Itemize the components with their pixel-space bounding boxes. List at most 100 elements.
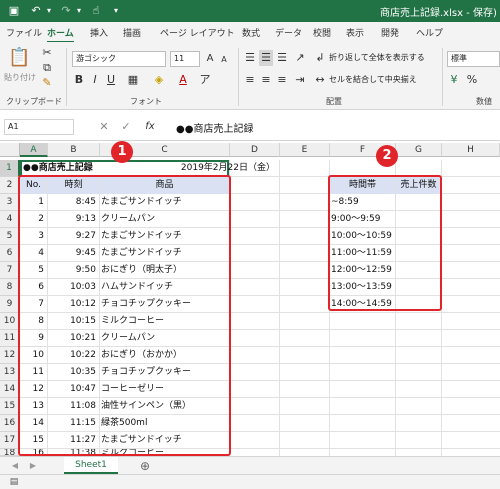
- copy-icon[interactable]: ⧉: [40, 60, 54, 76]
- annotation-badge-2: 2: [376, 145, 398, 167]
- row-header-6[interactable]: 6: [0, 245, 20, 262]
- row-header-17[interactable]: 17: [0, 432, 20, 449]
- tab-view[interactable]: 表示: [346, 26, 364, 39]
- tab-data[interactable]: データ: [275, 26, 302, 39]
- indent-icon[interactable]: ⇥: [293, 72, 307, 88]
- annotation-badge-1: 1: [111, 141, 133, 163]
- chevron-down-icon[interactable]: ▾: [44, 3, 54, 19]
- underline-icon[interactable]: U: [104, 72, 118, 88]
- chevron-down-icon[interactable]: ▾: [74, 3, 84, 19]
- title-bar: ▣ ↶ ▾ ↷ ▾ ☝ ▾ 商店売上記録.xlsx - 保存): [0, 0, 500, 22]
- annotation-box-sales-table: [18, 175, 231, 456]
- row-header-1[interactable]: 1: [0, 160, 20, 177]
- group-alignment-label: 配置: [326, 97, 342, 106]
- row-header-2[interactable]: 2: [0, 177, 20, 194]
- row-header-11[interactable]: 11: [0, 330, 20, 347]
- next-sheet-icon[interactable]: ▶: [28, 458, 38, 474]
- align-right-icon[interactable]: ≡: [275, 72, 289, 88]
- add-sheet-icon[interactable]: ⊕: [138, 458, 152, 474]
- name-box[interactable]: A1: [4, 119, 74, 135]
- row-header-5[interactable]: 5: [0, 228, 20, 245]
- group-divider: [66, 48, 67, 106]
- row-header-7[interactable]: 7: [0, 262, 20, 279]
- insert-function-icon[interactable]: fx: [142, 119, 158, 135]
- wrap-text-button[interactable]: 折り返して全体を表示する: [329, 52, 425, 63]
- row-header-18[interactable]: 18: [0, 449, 20, 456]
- column-header-d[interactable]: D: [230, 143, 280, 157]
- tab-formulas[interactable]: 数式: [242, 26, 260, 39]
- tab-insert[interactable]: 挿入: [90, 26, 108, 39]
- customize-icon[interactable]: ▾: [110, 3, 122, 19]
- bold-icon[interactable]: B: [72, 72, 86, 88]
- currency-icon[interactable]: ¥: [447, 72, 461, 88]
- align-center-icon[interactable]: ≡: [259, 72, 273, 88]
- column-header-e[interactable]: E: [280, 143, 330, 157]
- formula-input[interactable]: ●●商店売上記録: [176, 120, 253, 135]
- annotation-box-summary-table: [328, 175, 442, 311]
- borders-icon[interactable]: ▦: [126, 72, 140, 88]
- group-divider: [442, 48, 443, 106]
- ribbon-tabs: ファイル ホーム 挿入 描画 ページ レイアウト 数式 データ 校閲 表示 開発…: [0, 22, 500, 43]
- prev-sheet-icon[interactable]: ◀: [10, 458, 20, 474]
- shrink-font-icon[interactable]: A: [218, 52, 230, 68]
- fill-color-icon[interactable]: ◈: [152, 72, 166, 88]
- row-header-8[interactable]: 8: [0, 279, 20, 296]
- redo-icon[interactable]: ↷: [58, 3, 74, 19]
- group-divider: [238, 48, 239, 106]
- macro-record-icon[interactable]: ▤: [8, 475, 20, 489]
- merge-center-icon[interactable]: ↔: [313, 72, 327, 88]
- row-header-14[interactable]: 14: [0, 381, 20, 398]
- sheet-tabs-bar: ◀ ▶ Sheet1 ⊕: [0, 456, 500, 474]
- window-title: 商店売上記録.xlsx - 保存): [380, 8, 497, 19]
- row-header-13[interactable]: 13: [0, 364, 20, 381]
- tab-review[interactable]: 校閲: [313, 26, 331, 39]
- formula-bar: A1 ✕ ✓ fx ●●商店売上記録: [0, 113, 500, 141]
- italic-icon[interactable]: I: [88, 72, 102, 88]
- row-header-15[interactable]: 15: [0, 398, 20, 415]
- sheet-tab-sheet1[interactable]: Sheet1: [64, 457, 118, 474]
- font-color-icon[interactable]: A: [176, 72, 190, 88]
- row-header-3[interactable]: 3: [0, 194, 20, 211]
- grow-font-icon[interactable]: A: [204, 51, 216, 67]
- font-size-select[interactable]: 11: [170, 51, 200, 67]
- align-left-icon[interactable]: ≡: [243, 72, 257, 88]
- merge-center-button[interactable]: セルを結合して中央揃え: [329, 74, 417, 85]
- font-name-select[interactable]: 游ゴシック: [72, 51, 166, 67]
- tab-draw[interactable]: 描画: [123, 26, 141, 39]
- align-bottom-icon[interactable]: ☰: [275, 50, 289, 66]
- row-header-12[interactable]: 12: [0, 347, 20, 364]
- phonetic-icon[interactable]: ア: [198, 72, 212, 88]
- tab-help[interactable]: ヘルプ: [416, 26, 443, 39]
- orientation-icon[interactable]: ↗: [293, 50, 307, 66]
- cancel-icon[interactable]: ✕: [98, 119, 110, 135]
- column-header-h[interactable]: H: [442, 143, 500, 157]
- percent-icon[interactable]: %: [465, 72, 479, 88]
- row-header-10[interactable]: 10: [0, 313, 20, 330]
- group-number-label: 数値: [476, 97, 492, 106]
- wrap-text-icon[interactable]: ↲: [313, 50, 327, 66]
- group-clipboard-label: クリップボード: [6, 97, 62, 106]
- column-header-g[interactable]: G: [396, 143, 442, 157]
- row-header-9[interactable]: 9: [0, 296, 20, 313]
- column-header-a[interactable]: A: [20, 143, 48, 157]
- align-top-icon[interactable]: ☰: [243, 50, 257, 66]
- number-format-select[interactable]: 標準: [447, 51, 500, 67]
- row-header-4[interactable]: 4: [0, 211, 20, 228]
- tab-file[interactable]: ファイル: [6, 26, 42, 39]
- tab-page-layout[interactable]: ページ レイアウト: [160, 26, 235, 39]
- paste-icon[interactable]: 📋: [8, 46, 30, 70]
- format-painter-icon[interactable]: ✎: [40, 75, 54, 91]
- select-all-button[interactable]: [0, 143, 20, 157]
- paste-label[interactable]: 貼り付け: [4, 72, 36, 83]
- undo-icon[interactable]: ↶: [28, 3, 44, 19]
- save-icon[interactable]: ▣: [6, 3, 22, 19]
- tab-home[interactable]: ホーム: [47, 26, 74, 43]
- confirm-icon[interactable]: ✓: [120, 119, 132, 135]
- tab-developer[interactable]: 開発: [381, 26, 399, 39]
- row-header-16[interactable]: 16: [0, 415, 20, 432]
- touch-mode-icon[interactable]: ☝: [88, 3, 104, 19]
- cut-icon[interactable]: ✂: [40, 45, 54, 61]
- group-font-label: フォント: [130, 97, 162, 106]
- column-header-b[interactable]: B: [48, 143, 100, 157]
- align-middle-icon[interactable]: ☰: [259, 50, 273, 66]
